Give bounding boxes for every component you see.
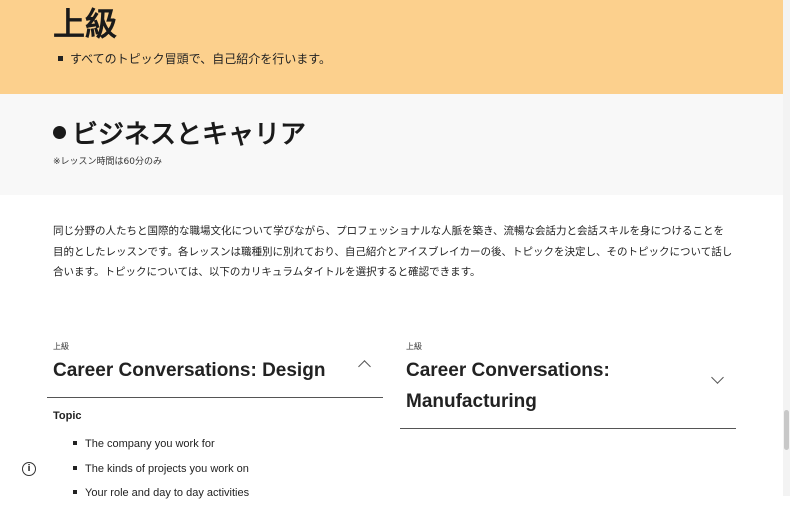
- card-title[interactable]: Career Conversations: Design: [53, 355, 343, 386]
- chevron-down-icon[interactable]: [711, 371, 724, 384]
- level-bullet-list: すべてのトピック冒頭で、自己紹介を行います。: [58, 51, 331, 67]
- card-level-label: 上級: [53, 342, 69, 351]
- card-level-label: 上級: [406, 342, 422, 351]
- topic-list: The company you work for The kinds of pr…: [73, 432, 249, 506]
- level-banner: [0, 0, 783, 94]
- info-icon[interactable]: i: [22, 462, 36, 476]
- card-divider: [400, 428, 736, 429]
- card-title[interactable]: Career Conversations: Manufacturing: [406, 355, 686, 417]
- topic-label: Topic: [53, 410, 82, 422]
- section-title-text: ビジネスとキャリア: [72, 120, 307, 150]
- level-bullet-item: すべてのトピック冒頭で、自己紹介を行います。: [58, 51, 331, 67]
- list-item: The company you work for: [73, 432, 249, 457]
- level-heading: 上級: [53, 5, 118, 43]
- list-item: The kinds of projects you work on: [73, 457, 249, 482]
- list-item: Your role and day to day activities: [73, 481, 249, 506]
- section-intro: 同じ分野の人たちと国際的な職場文化について学びながら、プロフェッショナルな人脈を…: [53, 225, 733, 278]
- chevron-up-icon[interactable]: [358, 360, 371, 373]
- card-divider: [47, 397, 383, 398]
- section-note: ※レッスン時間は60分のみ: [53, 157, 162, 167]
- section-title: ビジネスとキャリア: [53, 118, 306, 152]
- scrollbar-thumb[interactable]: [784, 410, 789, 450]
- bullet-dot-icon: [53, 126, 66, 139]
